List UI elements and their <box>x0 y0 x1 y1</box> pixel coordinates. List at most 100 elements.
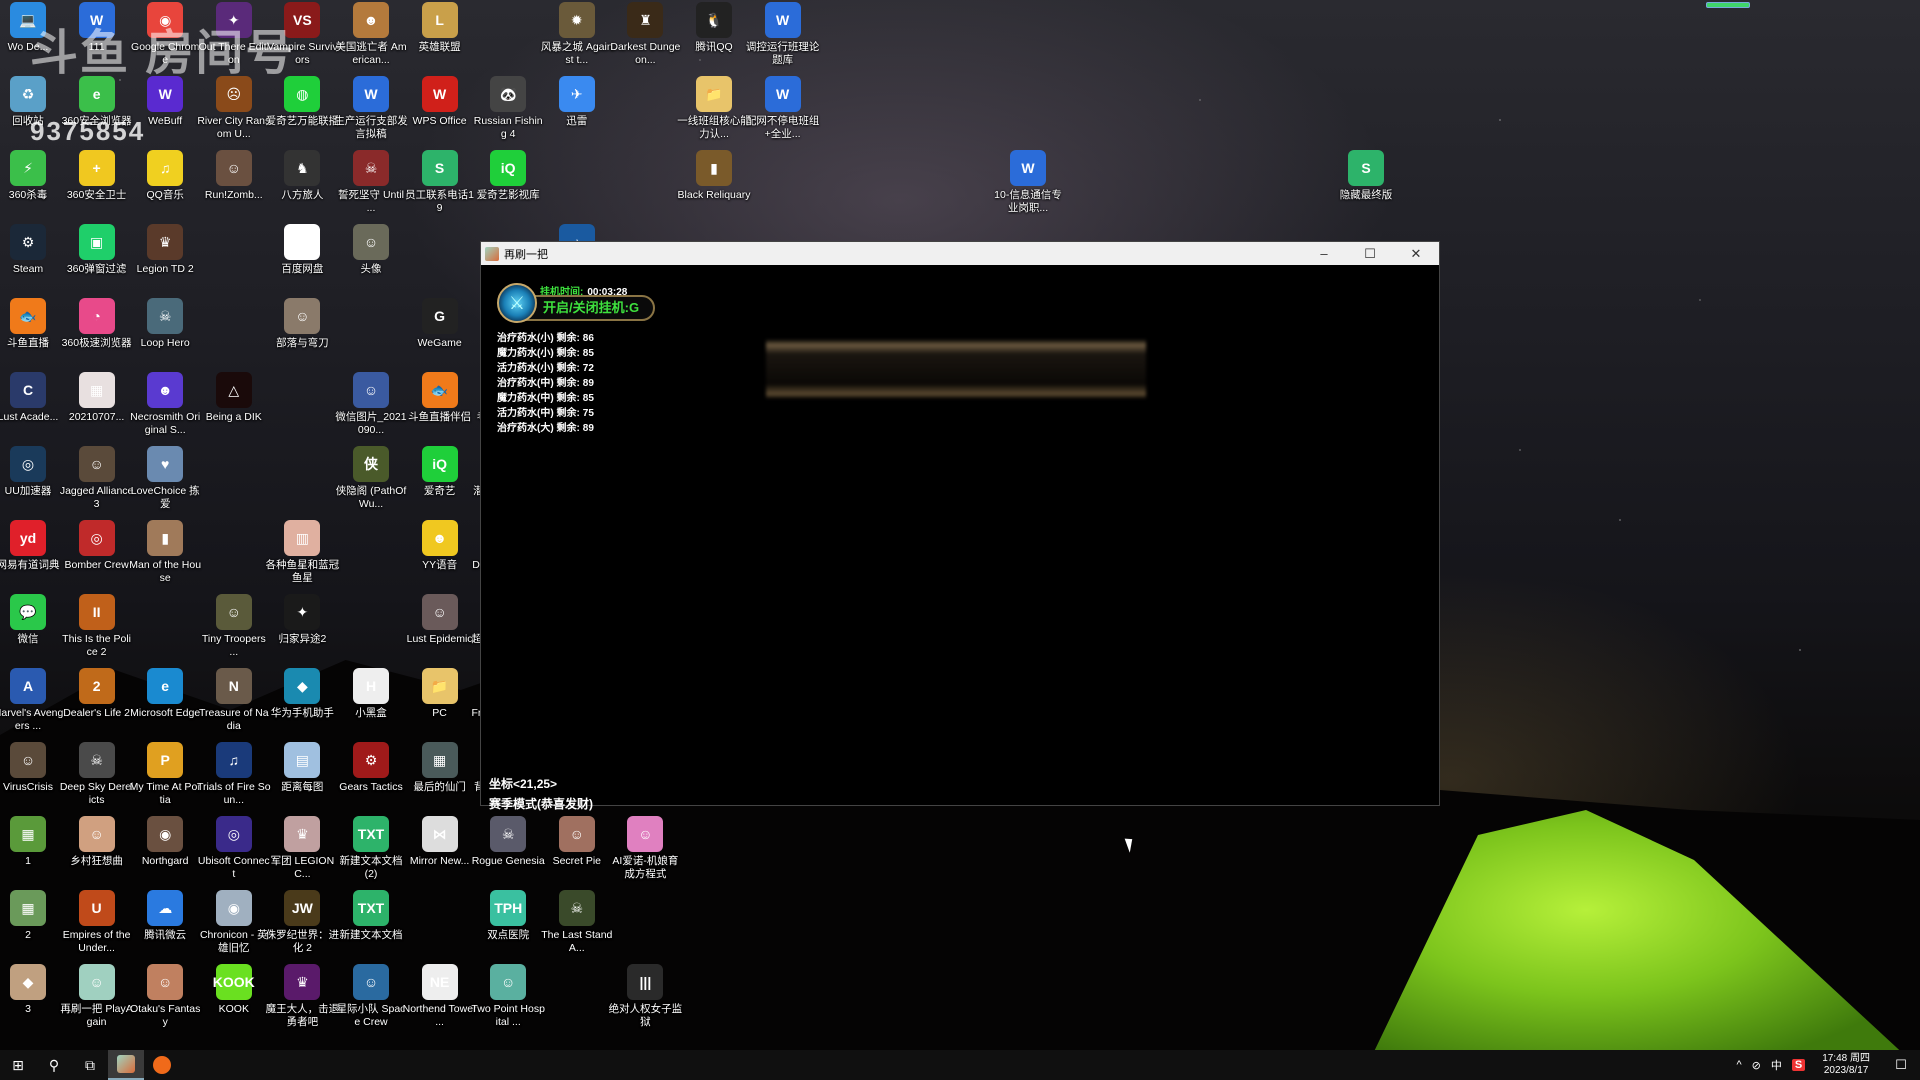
desktop-icon[interactable]: ♞ 八方旅人 <box>265 150 339 202</box>
desktop-icon[interactable]: ☺ AI爱诺-机娘育成方程式 <box>608 816 682 881</box>
tray-overflow-icon[interactable]: ^ <box>1736 1059 1741 1071</box>
desktop-icon[interactable]: ◎ UU加速器 <box>0 446 65 498</box>
desktop-icon[interactable]: U Empires of the Under... <box>60 890 134 955</box>
desktop-icon[interactable]: ☺ Secret Pie <box>540 816 614 868</box>
desktop-icon[interactable]: W 调控运行班理论题库 <box>746 2 820 67</box>
desktop-icon[interactable]: ☠ The Last Stand A... <box>540 890 614 955</box>
desktop-icon[interactable]: KOOK KOOK <box>197 964 271 1016</box>
desktop-icon[interactable]: e Microsoft Edge <box>128 668 202 720</box>
desktop-icon[interactable]: ♛ 军团 LEGIONC... <box>265 816 339 881</box>
desktop-icon[interactable]: ☠ Rogue Genesia <box>471 816 545 868</box>
desktop-icon[interactable]: NE Northend Tower ... <box>403 964 477 1029</box>
search-button[interactable]: ⚲ <box>36 1050 72 1080</box>
desktop-icon[interactable]: W 10-信息通信专业岗职... <box>991 150 1065 215</box>
desktop-icon[interactable]: ☺ 头像 <box>334 224 408 276</box>
desktop-icon[interactable]: ☻ YY语音 <box>403 520 477 572</box>
desktop-icon[interactable]: S 员工联系电话19 <box>403 150 477 215</box>
desktop-icon[interactable]: +360安全卫士 <box>60 150 134 202</box>
desktop-icon[interactable]: △ Being a DIK <box>197 372 271 424</box>
desktop-icon[interactable]: ♛ Legion TD 2 <box>128 224 202 276</box>
desktop-icon[interactable]: N Treasure of Nadia <box>197 668 271 733</box>
desktop-icon[interactable]: C Lust Acade... <box>0 372 65 424</box>
desktop-icon[interactable]: ▣ 360弹窗过滤 <box>60 224 134 276</box>
desktop-icon[interactable]: ☺ Lust Epidemic <box>403 594 477 646</box>
desktop-icon[interactable]: ☺ VirusCrisis <box>0 742 65 794</box>
desktop-icon[interactable]: 🐼 Russian Fishing 4 <box>471 76 545 141</box>
desktop-icon[interactable]: ☺ 微信图片_2021090... <box>334 372 408 437</box>
desktop-icon[interactable]: ☺ Jagged Alliance 3 <box>60 446 134 511</box>
notification-center-icon[interactable]: ☐ <box>1887 1057 1915 1073</box>
desktop-icon[interactable]: ☺ Tiny Troopers ... <box>197 594 271 659</box>
network-icon[interactable]: ⊘ <box>1752 1059 1761 1072</box>
desktop-icon[interactable]: ✦ 归家异途2 <box>265 594 339 646</box>
desktop-icon[interactable]: ☺ 部落与弯刀 <box>265 298 339 350</box>
desktop-icon[interactable]: ▤ 距离每图 <box>265 742 339 794</box>
desktop-icon[interactable]: A Marvel's Avengers ... <box>0 668 65 733</box>
desktop-icon[interactable]: 🐟 斗鱼直播 <box>0 298 65 350</box>
desktop-icon[interactable]: ◆ 华为手机助手 <box>265 668 339 720</box>
desktop-icon[interactable]: ☠ 誓死坚守 Until ... <box>334 150 408 215</box>
desktop-icon[interactable]: ⚡ 360杀毒 <box>0 150 65 202</box>
desktop-icon[interactable]: ⚙ Steam <box>0 224 65 276</box>
desktop-icon[interactable]: ☺ Run!Zomb... <box>197 150 271 202</box>
game-canvas[interactable]: ⚔ 挂机时间: 00:03:28 开启/关闭挂机:G 治疗药水(小) 剩余: 86 … <box>481 265 1439 853</box>
desktop-icon[interactable]: ♫ QQ音乐 <box>128 150 202 202</box>
desktop-icon[interactable]: ▦ 2 <box>0 890 65 942</box>
desktop-icon[interactable]: G WeGame <box>403 298 477 350</box>
desktop-icon[interactable]: L 英雄联盟 <box>403 2 477 54</box>
desktop-icon[interactable]: ⋈ Mirror New... <box>403 816 477 868</box>
desktop-icon[interactable]: ▮ Black Reliquary <box>677 150 751 202</box>
taskbar-app-playagain[interactable] <box>108 1050 144 1080</box>
desktop-icon[interactable]: ♫ Trials of Fire Soun... <box>197 742 271 807</box>
desktop-icon[interactable]: 侠侠隐阁 (PathOfWu... <box>334 446 408 511</box>
desktop-icon[interactable]: ☁ 腾讯微云 <box>128 890 202 942</box>
desktop-icon[interactable]: ▥ 各种鱼星和蓝冠鱼星 <box>265 520 339 585</box>
desktop-icon[interactable]: ☺ Two Point Hospital ... <box>471 964 545 1029</box>
desktop-icon[interactable]: ◎ Ubisoft Connect <box>197 816 271 881</box>
desktop-icon[interactable]: ☺ 星际小队 Space Crew <box>334 964 408 1029</box>
desktop-icon[interactable]: ♥ LoveChoice 拣爱 <box>128 446 202 511</box>
desktop-icon[interactable]: ☠ Deep Sky Derelicts <box>60 742 134 807</box>
desktop-icon[interactable]: ☻ 美国逃亡者 American... <box>334 2 408 67</box>
desktop-icon[interactable]: 2 Dealer's Life 2 <box>60 668 134 720</box>
desktop-icon[interactable]: ▦ 1 <box>0 816 65 868</box>
desktop-icon[interactable]: TXT 新建文本文档 (2) <box>334 816 408 881</box>
desktop-icon[interactable]: yd 网易有道词典 <box>0 520 65 572</box>
desktop-icon[interactable]: ||| 绝对人权女子监狱 <box>608 964 682 1029</box>
desktop-icon[interactable]: ▦ 最后的仙门 <box>403 742 477 794</box>
desktop-icon[interactable]: P My Time At Portia <box>128 742 202 807</box>
desktop-icon[interactable]: iQ 爱奇艺影视库 <box>471 150 545 202</box>
desktop-icon[interactable]: ◔ 360极速浏览器 <box>60 298 134 350</box>
desktop-icon[interactable]: 🐟 斗鱼直播伴侣 <box>403 372 477 424</box>
desktop-icon[interactable]: ▮ Man of the House <box>128 520 202 585</box>
close-button[interactable]: ✕ <box>1393 242 1439 265</box>
desktop-icon[interactable]: 📁 PC <box>403 668 477 720</box>
desktop-icon[interactable]: ✹ 风暴之城 Against t... <box>540 2 614 67</box>
desktop-icon[interactable]: iQ 爱奇艺 <box>403 446 477 498</box>
desktop-icon[interactable]: JW 侏罗纪世界：进化 2 <box>265 890 339 955</box>
desktop-icon[interactable]: ◎ Bomber Crew <box>60 520 134 572</box>
app-window[interactable]: 再刷一把 – ☐ ✕ ⚔ 挂机时间: 00:03:28 开启/关闭挂机:G 治疗药… <box>480 241 1440 853</box>
task-view-button[interactable]: ⧉ <box>72 1050 108 1080</box>
ime-mode-indicator[interactable]: 中 <box>1771 1057 1782 1073</box>
desktop-icon[interactable]: ☠ Loop Hero <box>128 298 202 350</box>
desktop-icon[interactable]: ◉ Chronicon - 英雄旧忆 <box>197 890 271 955</box>
toggle-auto-play-button[interactable]: 开启/关闭挂机:G <box>523 295 655 321</box>
desktop-icon[interactable]: W 生产运行支部发言拟稿 <box>334 76 408 141</box>
taskbar-clock[interactable]: 17:48 周四 2023/8/17 <box>1822 1053 1870 1077</box>
desktop-icon[interactable]: W WPS Office <box>403 76 477 128</box>
desktop-icon[interactable]: ☁ 百度网盘 <box>265 224 339 276</box>
desktop-icon[interactable]: 📁 一线班组核心能力认... <box>677 76 751 141</box>
minimize-button[interactable]: – <box>1301 242 1347 265</box>
start-button[interactable]: ⊞ <box>0 1050 36 1080</box>
desktop-icon[interactable]: ◆ 3 <box>0 964 65 1016</box>
taskbar-app-douyu[interactable] <box>144 1050 180 1080</box>
desktop-icon[interactable]: W 配网不停电班组+全业... <box>746 76 820 141</box>
desktop-icon[interactable]: 🐧 腾讯QQ <box>677 2 751 54</box>
desktop-icon[interactable]: ♜ Darkest Dungeon... <box>608 2 682 67</box>
desktop-icon[interactable]: TXT 新建文本文档 <box>334 890 408 942</box>
desktop-icon[interactable]: 💬 微信 <box>0 594 65 646</box>
desktop-icon[interactable]: H 小黑盒 <box>334 668 408 720</box>
desktop-icon[interactable]: ⚙ Gears Tactics <box>334 742 408 794</box>
desktop-icon[interactable]: ☺ 乡村狂想曲 <box>60 816 134 868</box>
